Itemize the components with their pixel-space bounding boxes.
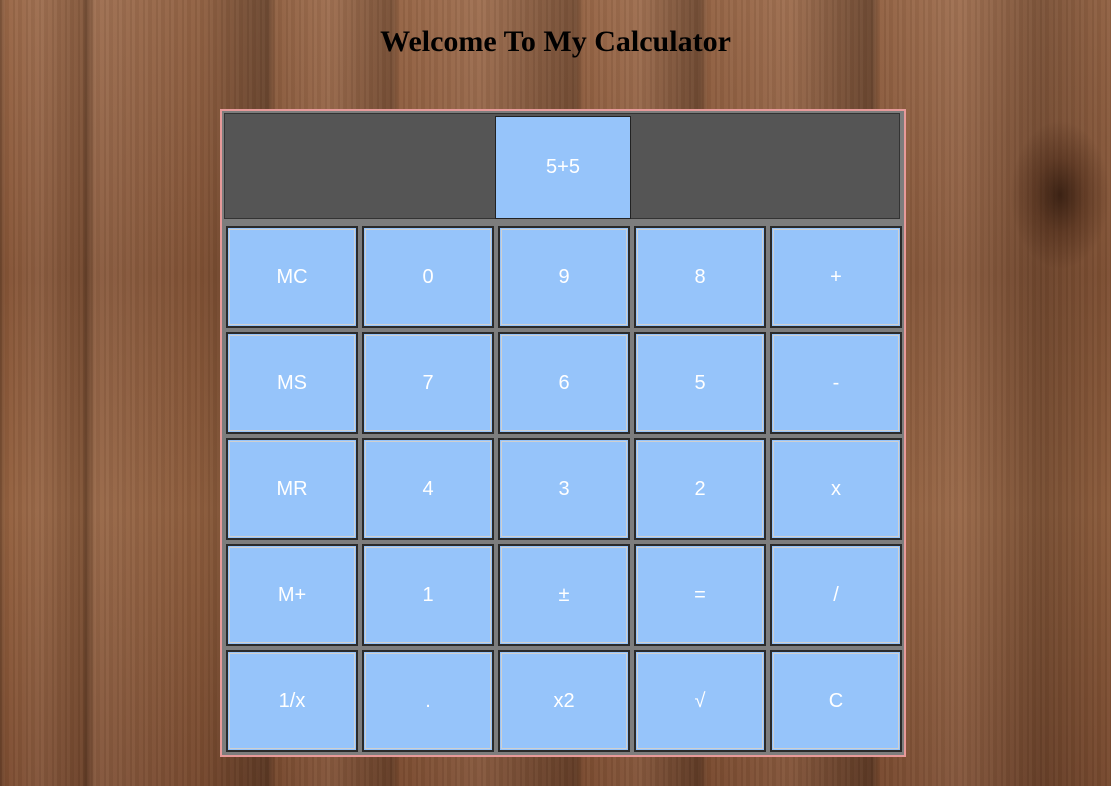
key-5[interactable]: 5 (634, 332, 766, 434)
key-1[interactable]: 1 (362, 544, 494, 646)
key-memory-clear[interactable]: MC (226, 226, 358, 328)
page-title: Welcome To My Calculator (380, 25, 731, 58)
keypad: MC 0 9 8 + MS 7 6 5 - MR 4 3 2 x M+ 1 ± … (224, 224, 904, 754)
wood-knot-decoration (1010, 120, 1110, 270)
key-clear[interactable]: C (770, 650, 902, 752)
key-decimal-point[interactable]: . (362, 650, 494, 752)
key-divide[interactable]: / (770, 544, 902, 646)
key-3[interactable]: 3 (498, 438, 630, 540)
key-multiply[interactable]: x (770, 438, 902, 540)
key-equals[interactable]: = (634, 544, 766, 646)
key-negate[interactable]: ± (498, 544, 630, 646)
key-memory-store[interactable]: MS (226, 332, 358, 434)
key-square[interactable]: x2 (498, 650, 630, 752)
key-7[interactable]: 7 (362, 332, 494, 434)
key-square-root[interactable]: √ (634, 650, 766, 752)
key-subtract[interactable]: - (770, 332, 902, 434)
key-6[interactable]: 6 (498, 332, 630, 434)
key-0[interactable]: 0 (362, 226, 494, 328)
key-9[interactable]: 9 (498, 226, 630, 328)
key-memory-recall[interactable]: MR (226, 438, 358, 540)
key-8[interactable]: 8 (634, 226, 766, 328)
key-memory-add[interactable]: M+ (226, 544, 358, 646)
calculator: 5+5 MC 0 9 8 + MS 7 6 5 - MR 4 3 2 x M+ … (220, 109, 906, 757)
key-reciprocal[interactable]: 1/x (226, 650, 358, 752)
key-2[interactable]: 2 (634, 438, 766, 540)
key-add[interactable]: + (770, 226, 902, 328)
key-4[interactable]: 4 (362, 438, 494, 540)
calculator-display: 5+5 (495, 116, 631, 219)
